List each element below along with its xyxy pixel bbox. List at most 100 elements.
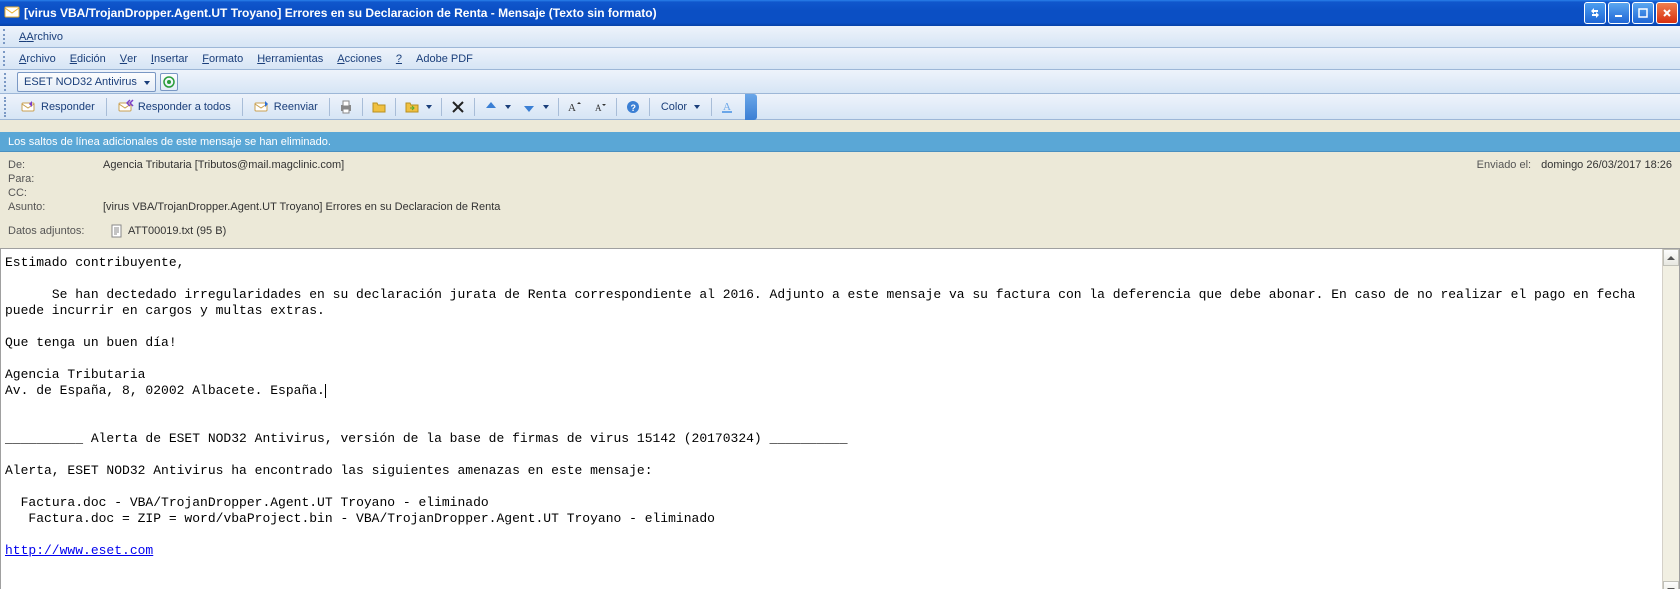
menu-acciones[interactable]: Acciones xyxy=(330,48,389,69)
separator xyxy=(616,98,617,116)
menu-label: Adobe PDF xyxy=(416,53,473,65)
to-label: Para: xyxy=(8,173,103,185)
from-value: Agencia Tributaria [Tributos@mail.magcli… xyxy=(103,159,1477,171)
reply-all-button[interactable]: Responder a todos xyxy=(111,96,238,118)
cc-value xyxy=(103,187,1672,199)
font-color-icon: A xyxy=(720,99,736,115)
text-file-icon xyxy=(110,224,124,238)
arrow-up-icon xyxy=(483,99,499,115)
menu-label: rchivo xyxy=(26,53,55,65)
folder-flag-icon xyxy=(371,99,387,115)
delete-icon xyxy=(450,99,466,115)
dropdown-arrow[interactable] xyxy=(543,96,550,118)
eset-link[interactable]: http://www.eset.com xyxy=(5,543,153,558)
eset-toolbar: ESET NOD32 Antivirus xyxy=(0,70,1680,94)
next-item-button[interactable] xyxy=(517,96,554,118)
menu-insertar[interactable]: Insertar xyxy=(144,48,195,69)
font-color-button[interactable]: A xyxy=(716,96,740,118)
separator xyxy=(474,98,475,116)
attachments-label: Datos adjuntos: xyxy=(8,225,103,237)
menu-formato[interactable]: Formato xyxy=(195,48,250,69)
sent-value: domingo 26/03/2017 18:26 xyxy=(1541,159,1672,171)
toolbar-handle[interactable] xyxy=(4,73,10,91)
close-button[interactable] xyxy=(1656,2,1678,24)
button-label: Reenviar xyxy=(274,101,318,113)
delete-button[interactable] xyxy=(446,96,470,118)
subject-value: [virus VBA/TrojanDropper.Agent.UT Troyan… xyxy=(103,201,1672,213)
reply-button[interactable]: Responder xyxy=(14,96,102,118)
sent-label: Enviado el: xyxy=(1477,159,1531,171)
menu-label: ormato xyxy=(209,53,243,65)
menu-label: erramientas xyxy=(265,53,323,65)
toolbar-handle[interactable] xyxy=(3,29,9,44)
separator xyxy=(558,98,559,116)
app-icon xyxy=(4,5,20,21)
info-bar-text: Los saltos de línea adicionales de este … xyxy=(8,136,331,148)
vertical-scrollbar[interactable] xyxy=(1662,249,1679,589)
dropdown-arrow[interactable] xyxy=(505,96,512,118)
font-larger-icon: A xyxy=(567,99,583,115)
dropdown-arrow[interactable] xyxy=(693,96,700,118)
forward-button[interactable]: Reenviar xyxy=(247,96,325,118)
menu-bar: AArchivo xyxy=(0,26,1680,48)
print-button[interactable] xyxy=(334,96,358,118)
maximize-button[interactable] xyxy=(1632,2,1654,24)
title-bar: [virus VBA/TrojanDropper.Agent.UT Troyan… xyxy=(0,0,1680,26)
separator xyxy=(329,98,330,116)
svg-text:?: ? xyxy=(630,103,636,113)
font-size-up-button[interactable]: A xyxy=(563,96,587,118)
text-cursor xyxy=(325,384,326,398)
menu-label: er xyxy=(127,53,137,65)
font-size-down-button[interactable]: A xyxy=(588,96,612,118)
separator xyxy=(395,98,396,116)
to-value xyxy=(103,173,1672,185)
message-toolbar: Responder Responder a todos Reenviar A A… xyxy=(0,94,1680,120)
minimize-button[interactable] xyxy=(1608,2,1630,24)
move-to-folder-button[interactable] xyxy=(400,96,437,118)
menu-ayuda[interactable]: ? xyxy=(389,48,409,69)
message-body-container: Estimado contribuyente, Se han dectedado… xyxy=(0,248,1680,589)
eset-status-button[interactable] xyxy=(160,73,178,91)
toolbar-handle[interactable] xyxy=(3,51,9,66)
separator xyxy=(649,98,650,116)
arrow-down-icon xyxy=(521,99,537,115)
toolbar-handle[interactable] xyxy=(4,97,10,117)
scroll-track[interactable] xyxy=(1663,266,1679,581)
menu-adobe-pdf[interactable]: Adobe PDF xyxy=(409,48,480,69)
separator xyxy=(711,98,712,116)
menu-herramientas[interactable]: Herramientas xyxy=(250,48,330,69)
menu-archivo[interactable]: AArchivo xyxy=(12,26,70,47)
menu-archivo[interactable]: Archivo xyxy=(12,48,63,69)
sync-button[interactable] xyxy=(1584,2,1606,24)
eset-eye-icon xyxy=(163,76,175,88)
menu-label: cciones xyxy=(345,53,382,65)
message-body[interactable]: Estimado contribuyente, Se han dectedado… xyxy=(1,249,1662,589)
button-label: Responder xyxy=(41,101,95,113)
svg-text:A: A xyxy=(568,102,576,114)
color-button[interactable]: Color xyxy=(654,96,707,118)
separator xyxy=(362,98,363,116)
menu-edicion[interactable]: Edición xyxy=(63,48,113,69)
dropdown-arrow[interactable] xyxy=(426,96,433,118)
scroll-up-button[interactable] xyxy=(1663,249,1679,266)
spacer xyxy=(0,120,1680,132)
previous-item-button[interactable] xyxy=(479,96,516,118)
eset-label: ESET NOD32 Antivirus xyxy=(24,76,137,88)
attachment-item[interactable]: ATT00019.txt (95 B) xyxy=(103,222,233,240)
button-label: Responder a todos xyxy=(138,101,231,113)
subject-label: Asunto: xyxy=(8,201,103,213)
button-label: Color xyxy=(661,101,687,113)
separator xyxy=(242,98,243,116)
cc-label: CC: xyxy=(8,187,103,199)
flag-button[interactable] xyxy=(367,96,391,118)
separator xyxy=(441,98,442,116)
forward-icon xyxy=(254,99,270,115)
info-bar[interactable]: Los saltos de línea adicionales de este … xyxy=(0,132,1680,152)
menu-ver[interactable]: Ver xyxy=(113,48,144,69)
scroll-down-button[interactable] xyxy=(1663,581,1679,589)
window-title: [virus VBA/TrojanDropper.Agent.UT Troyan… xyxy=(24,6,1584,20)
reply-all-icon xyxy=(118,99,134,115)
help-button[interactable]: ? xyxy=(621,96,645,118)
eset-antivirus-dropdown[interactable]: ESET NOD32 Antivirus xyxy=(17,72,156,92)
reply-icon xyxy=(21,99,37,115)
